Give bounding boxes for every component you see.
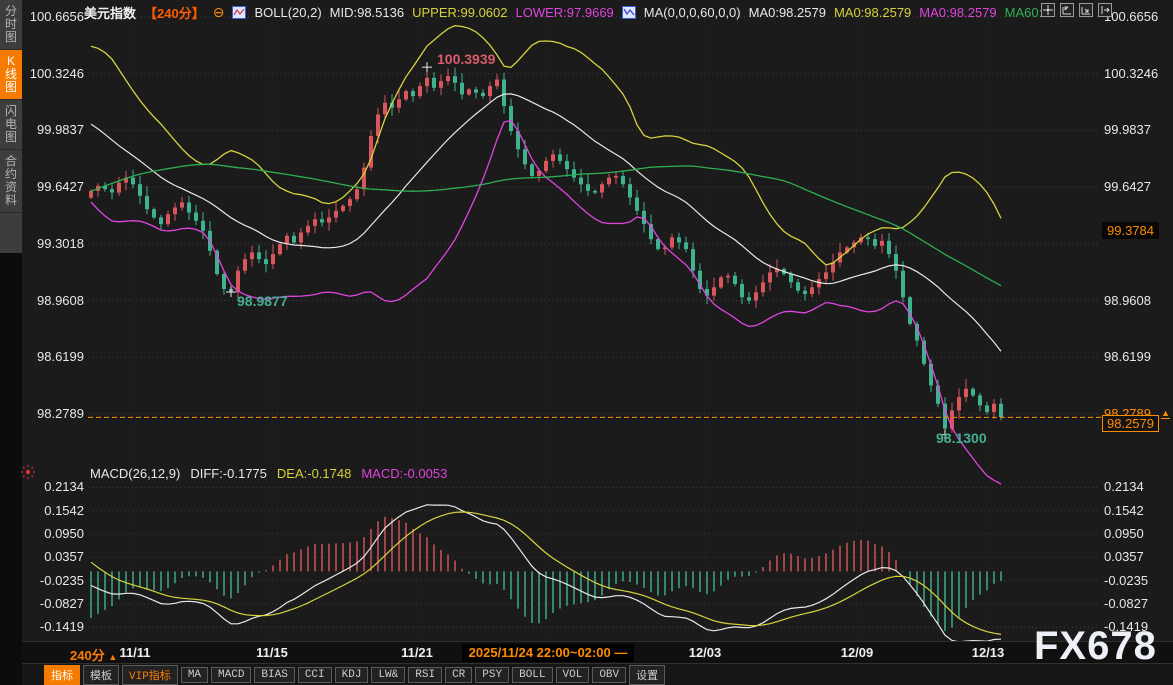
ma0-value-2: MA0:98.2579 [834,5,911,20]
chart-app: 分时图K线图闪电图合约资料 美元指数 【240分】 ⊖ BOLL(20,2) M… [0,0,1173,685]
sidebar-tab-char: 图 [5,131,17,144]
axis-label: 99.9837 [1104,122,1173,137]
boll-lower-value: LOWER:97.9669 [516,5,614,20]
low-annotation-2: 98.1300 [936,430,987,446]
toolbar-button-9[interactable]: RSI [408,667,442,683]
collapse-panes-icon[interactable] [1098,3,1112,17]
axis-label: 98.9608 [1104,293,1173,308]
axis-label: 0.0357 [1104,549,1173,564]
axis-label: 100.6656 [1104,9,1173,24]
ma-label: MA(0,0,0,60,0,0) [644,5,741,20]
x-axis-strip: 240分 ▲ 2025/11/24 22:00~02:00 — 11/1111/… [0,641,1173,663]
scroll-to-price-icon[interactable]: ▲ [1161,409,1170,419]
zoom-out-icon[interactable]: ⊖ [213,4,225,21]
axis-label: 0.1542 [1104,503,1173,518]
toolbar-button-14[interactable]: OBV [592,667,626,683]
toolbar-button-0[interactable]: 指标 [44,665,80,685]
toolbar-button-12[interactable]: BOLL [512,667,552,683]
toolbar-button-2[interactable]: VIP指标 [122,665,178,685]
macd-dea-value: DEA:-0.1748 [277,466,351,481]
sidebar: 分时图K线图闪电图合约资料 [0,0,22,685]
toolbar-button-3[interactable]: MA [181,667,208,683]
chart-header: 美元指数 【240分】 ⊖ BOLL(20,2) MID:98.5136 UPP… [84,3,1049,21]
sidebar-tab-char: 料 [5,194,17,207]
axis-label: 99.6427 [1104,179,1173,194]
expand-sub-pane-icon[interactable] [1079,3,1093,17]
toolbar-button-15[interactable]: 设置 [629,665,665,685]
move-tool-icon[interactable] [1041,3,1055,17]
sidebar-tab-2[interactable]: 闪电图 [0,100,22,150]
x-axis-tick: 11/21 [385,645,449,660]
x-axis-tick: 11/15 [240,645,304,660]
sidebar-tab-0[interactable]: 分时图 [0,0,22,50]
indicator-toolbar: 指标模板VIP指标MAMACDBIASCCIKDJLW&RSICRPSYBOLL… [0,663,1173,685]
current-price-box: 98.2579 [1102,415,1159,432]
macd-title: MACD(26,12,9) [90,466,180,481]
toolbar-button-4[interactable]: MACD [211,667,251,683]
axis-label: 0.0950 [1104,526,1173,541]
symbol-name: 美元指数 [84,3,136,22]
boll-upper-value: UPPER:99.0602 [412,5,507,20]
macd-header: MACD(26,12,9) DIFF:-0.1775 DEA:-0.1748 M… [90,466,447,481]
brand-watermark: FX678 [1034,624,1157,669]
toolbar-button-7[interactable]: KDJ [335,667,369,683]
boll-mid-value: MID:98.5136 [330,5,404,20]
low-annotation-1: 98.9877 [237,293,288,309]
sidebar-tab-3[interactable]: 合约资料 [0,150,22,213]
axis-label: 98.6199 [1104,349,1173,364]
toolbar-button-13[interactable]: VOL [556,667,590,683]
prev-settle-marker: 99.3784 [1102,222,1159,239]
toolbar-button-6[interactable]: CCI [298,667,332,683]
expand-main-pane-icon[interactable] [1060,3,1074,17]
period-selector-label: 240分 [70,648,105,663]
x-axis-tick: 11/11 [103,645,167,660]
period-badge: 【240分】 [144,3,205,22]
boll-indicator-icon [232,6,246,19]
toolbar-button-10[interactable]: CR [445,667,472,683]
x-axis-tick: 12/03 [673,645,737,660]
axis-label: 100.3246 [1104,66,1173,81]
toolbar-button-5[interactable]: BIAS [254,667,294,683]
axis-label: -0.0235 [1104,573,1173,588]
x-axis-tick: 12/09 [825,645,889,660]
live-alert-icon [20,464,36,485]
ma0-value-1: MA0:98.2579 [749,5,826,20]
x-axis-tick: 12/13 [956,645,1020,660]
sidebar-tab-1[interactable]: K线图 [0,50,22,100]
sidebar-tab-char: 图 [5,81,17,94]
sidebar-tab-char: 图 [5,31,17,44]
ma0-value-3: MA0:98.2579 [919,5,996,20]
sidebar-tabs: 分时图K线图闪电图合约资料 [0,0,22,253]
axis-label: -0.0827 [1104,596,1173,611]
crosshair-date-label: 2025/11/24 22:00~02:00 — [462,644,634,662]
ma-indicator-icon [622,6,636,19]
macd-diff-value: DIFF:-0.1775 [190,466,267,481]
macd-macd-value: MACD:-0.0053 [361,466,447,481]
toolbar-button-11[interactable]: PSY [475,667,509,683]
toolbar-button-8[interactable]: LW& [371,667,405,683]
boll-label: BOLL(20,2) [254,5,321,20]
chart-canvas[interactable] [0,0,1173,685]
axis-label: 0.2134 [1104,479,1173,494]
toolbar-button-1[interactable]: 模板 [83,665,119,685]
high-annotation: 100.3939 [437,51,495,67]
window-controls [1041,3,1112,17]
